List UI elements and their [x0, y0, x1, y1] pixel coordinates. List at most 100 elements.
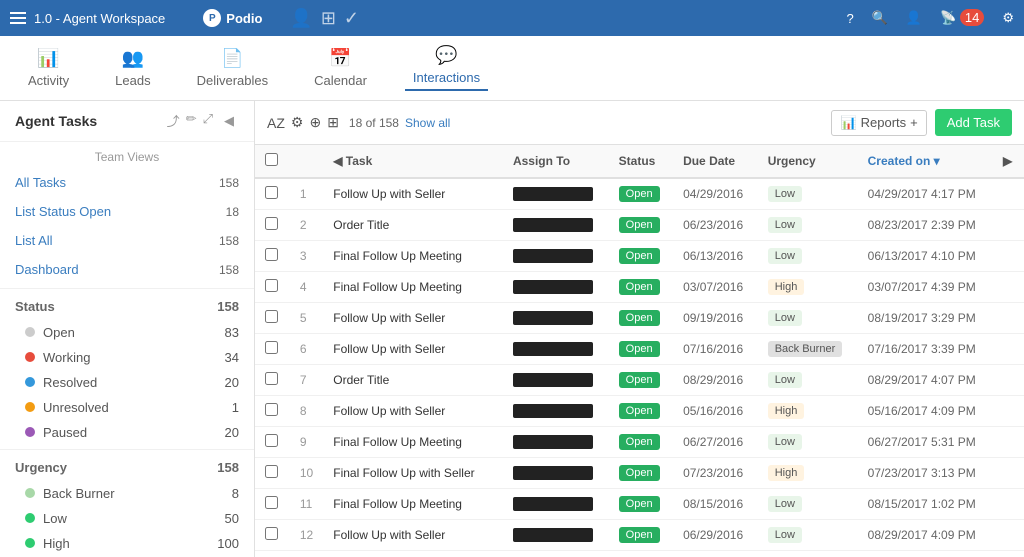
row-select-checkbox[interactable] — [265, 465, 278, 478]
sort-icon[interactable]: AZ — [267, 115, 285, 131]
deliverables-icon: 📄 — [221, 48, 243, 69]
row-select-checkbox[interactable] — [265, 434, 278, 447]
select-all-checkbox[interactable] — [265, 153, 278, 166]
row-checkbox[interactable] — [255, 489, 290, 520]
row-checkbox[interactable] — [255, 365, 290, 396]
sidebar-edit-icon[interactable]: ✏ — [186, 111, 197, 131]
sidebar-urgency-high[interactable]: High 100 — [0, 531, 254, 556]
row-task-name[interactable]: Final Follow Up Meeting — [323, 489, 503, 520]
row-status: Open — [609, 489, 673, 520]
filter-icon[interactable]: ⊕ — [309, 114, 321, 131]
sidebar-item-list-status-open[interactable]: List Status Open 18 — [0, 197, 254, 226]
row-checkbox[interactable] — [255, 520, 290, 551]
row-task-name[interactable]: Final Follow Up with Seller — [323, 458, 503, 489]
sidebar-expand-icon[interactable]: ⤢ — [203, 111, 213, 131]
row-due-date: 06/27/2016 — [673, 427, 758, 458]
tab-activity[interactable]: 📊 Activity — [20, 48, 77, 88]
row-task-name[interactable]: Order Title — [323, 365, 503, 396]
sidebar-status-working[interactable]: Working 34 — [0, 345, 254, 370]
sidebar-status-unresolved[interactable]: Unresolved 1 — [0, 395, 254, 420]
sidebar-urgency-backburner[interactable]: Back Burner 8 — [0, 481, 254, 506]
row-select-checkbox[interactable] — [265, 372, 278, 385]
row-checkbox[interactable] — [255, 427, 290, 458]
list-all-label: List All — [15, 233, 53, 248]
row-checkbox[interactable] — [255, 303, 290, 334]
people-icon: 👤 — [290, 8, 312, 29]
sidebar-urgency-low[interactable]: Low 50 — [0, 506, 254, 531]
row-checkbox[interactable] — [255, 272, 290, 303]
row-task-name[interactable]: Follow Up with Seller — [323, 178, 503, 210]
tab-interactions[interactable]: 💬 Interactions — [405, 45, 488, 91]
search-icon[interactable]: 🔍 — [872, 10, 888, 26]
notifications-icon[interactable]: 📡 14 — [940, 10, 984, 26]
row-task-name[interactable]: Follow Up with Seller — [323, 520, 503, 551]
settings-gear-icon[interactable]: ⚙ — [291, 114, 304, 131]
row-select-checkbox[interactable] — [265, 186, 278, 199]
table-row: 9 Final Follow Up Meeting Open 06/27/201… — [255, 427, 1024, 458]
add-task-button[interactable]: Add Task — [935, 109, 1012, 136]
row-select-checkbox[interactable] — [265, 496, 278, 509]
row-task-name[interactable]: Order Title — [323, 210, 503, 241]
all-tasks-label: All Tasks — [15, 175, 66, 190]
reports-button[interactable]: 📊 Reports + — [831, 110, 926, 136]
table-row: 3 Final Follow Up Meeting Open 06/13/201… — [255, 241, 1024, 272]
row-task-name[interactable]: Final Follow Up Meeting — [323, 427, 503, 458]
row-checkbox[interactable] — [255, 551, 290, 557]
sidebar-refresh-icon[interactable]: ⤴ — [167, 111, 180, 131]
row-task-name[interactable]: Final Follow Up Meeting — [323, 272, 503, 303]
sidebar-status-open[interactable]: Open 83 — [0, 320, 254, 345]
hamburger-menu[interactable] — [10, 12, 26, 24]
row-task-name[interactable]: Follow Up with Seller — [323, 396, 503, 427]
row-checkbox[interactable] — [255, 396, 290, 427]
row-checkbox[interactable] — [255, 458, 290, 489]
tab-leads[interactable]: 👥 Leads — [107, 48, 158, 88]
row-urgency: Low — [758, 427, 858, 458]
row-select-checkbox[interactable] — [265, 341, 278, 354]
sidebar-collapse-btn[interactable]: ◀ — [219, 111, 239, 131]
row-created-on: 07/16/2017 3:39 PM — [858, 334, 993, 365]
row-select-checkbox[interactable] — [265, 217, 278, 230]
row-number: 6 — [290, 334, 323, 365]
sidebar-status-resolved[interactable]: Resolved 20 — [0, 370, 254, 395]
row-select-checkbox[interactable] — [265, 310, 278, 323]
row-select-checkbox[interactable] — [265, 403, 278, 416]
row-due-date: 06/29/2016 — [673, 520, 758, 551]
sidebar-item-dashboard[interactable]: Dashboard 158 — [0, 255, 254, 284]
col-nav-next[interactable]: ▶ — [993, 145, 1024, 178]
row-task-name[interactable]: Final Follow Up Meeting — [323, 551, 503, 557]
row-checkbox[interactable] — [255, 178, 290, 210]
row-select-checkbox[interactable] — [265, 527, 278, 540]
row-task-name[interactable]: Follow Up with Seller — [323, 334, 503, 365]
row-select-checkbox[interactable] — [265, 248, 278, 261]
row-select-checkbox[interactable] — [265, 279, 278, 292]
row-number: 4 — [290, 272, 323, 303]
row-task-name[interactable]: Final Follow Up Meeting — [323, 241, 503, 272]
col-assign-to[interactable]: Assign To — [503, 145, 609, 178]
tab-deliverables[interactable]: 📄 Deliverables — [189, 48, 277, 88]
tab-calendar[interactable]: 📅 Calendar — [306, 48, 375, 88]
sidebar-item-all-tasks[interactable]: All Tasks 158 — [0, 168, 254, 197]
col-urgency[interactable]: Urgency — [758, 145, 858, 178]
row-checkbox[interactable] — [255, 241, 290, 272]
tabs-bar: 📊 Activity 👥 Leads 📄 Deliverables 📅 Cale… — [0, 36, 1024, 101]
col-due-date[interactable]: Due Date — [673, 145, 758, 178]
col-checkbox[interactable] — [255, 145, 290, 178]
sidebar-status-paused[interactable]: Paused 20 — [0, 420, 254, 445]
row-task-name[interactable]: Follow Up with Seller — [323, 303, 503, 334]
sidebar: Agent Tasks ⤴ ✏ ⤢ ◀ Team Views All Tasks… — [0, 101, 255, 557]
col-task[interactable]: ◀ Task — [323, 145, 503, 178]
row-assign-to — [503, 520, 609, 551]
resolved-count: 20 — [225, 375, 239, 390]
row-checkbox[interactable] — [255, 210, 290, 241]
help-icon[interactable]: ? — [846, 11, 853, 26]
row-checkbox[interactable] — [255, 334, 290, 365]
user-icon[interactable]: 👤 — [906, 10, 922, 26]
sidebar-item-list-all[interactable]: List All 158 — [0, 226, 254, 255]
view-icon[interactable]: ⊞ — [327, 114, 339, 131]
show-all-link[interactable]: Show all — [405, 116, 450, 130]
col-created-on[interactable]: Created on ▾ — [858, 145, 993, 178]
col-status[interactable]: Status — [609, 145, 673, 178]
settings-icon[interactable]: ⚙ — [1002, 10, 1014, 26]
row-actions — [993, 241, 1024, 272]
row-due-date: 05/16/2016 — [673, 396, 758, 427]
